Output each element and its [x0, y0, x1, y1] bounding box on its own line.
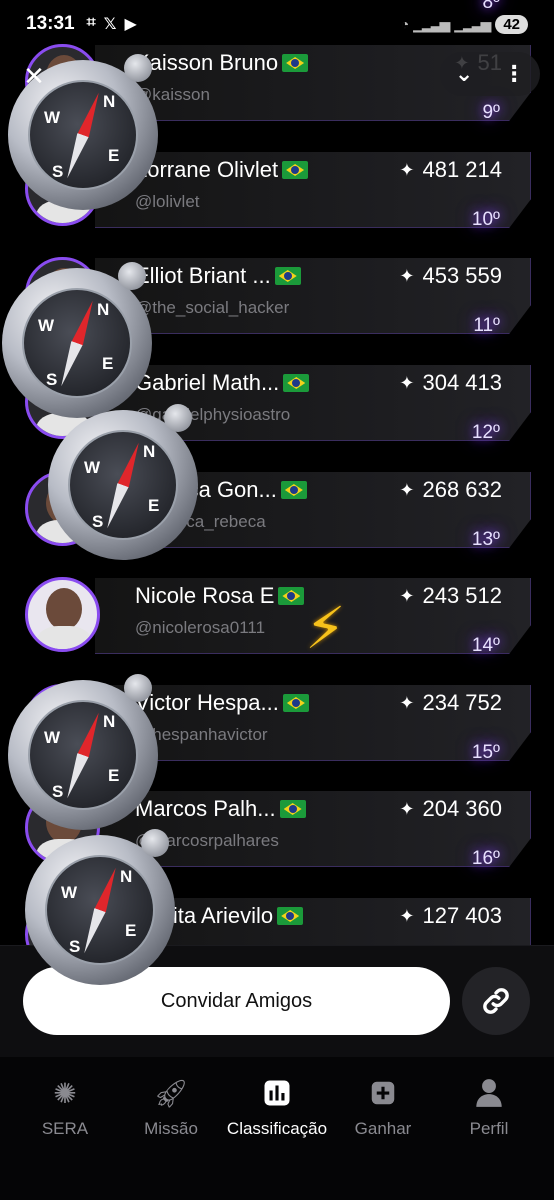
compass-sticker-icon: NWES: [2, 262, 152, 418]
user-name: Gabriel Math...: [135, 370, 310, 396]
tab-perfil[interactable]: Perfil: [434, 1073, 544, 1139]
brazil-flag-icon: [282, 161, 309, 179]
rank-position: 9º: [482, 102, 500, 123]
brazil-flag-icon: [278, 587, 305, 605]
user-icon: [434, 1073, 544, 1113]
tab-label: Classificação: [226, 1119, 328, 1138]
brazil-flag-icon: [277, 907, 304, 925]
user-score: ✦ 453 559: [399, 263, 502, 288]
tab-missao[interactable]: 🚀︎ Missão: [116, 1073, 226, 1139]
sparkle-icon: ✦: [399, 798, 415, 819]
rank-position: 12º: [471, 422, 500, 443]
sparkle-icon: ✦: [399, 585, 415, 606]
tab-ganhar[interactable]: Ganhar: [328, 1073, 438, 1139]
user-name: Elliot Briant ...: [135, 263, 301, 289]
sparkle-icon: ✦: [399, 265, 415, 286]
notification-icons: ⌗ 𝕏 ▶: [87, 14, 137, 34]
link-button[interactable]: [462, 967, 530, 1035]
user-name: Victor Hespa...: [135, 690, 309, 716]
lightning-bolt-icon: ⚡: [305, 596, 346, 661]
status-bar: 13:31 ⌗ 𝕏 ▶ ◔ ▁▂▃▅ ▁▂▃▅ 42: [0, 0, 554, 48]
user-handle: @nicolerosa0111: [135, 618, 266, 637]
tab-sera[interactable]: ✺ SERA: [10, 1073, 120, 1139]
link-icon: [483, 988, 509, 1014]
user-name: Marcos Palh...: [135, 796, 306, 822]
compass-sticker-icon: NWES: [48, 404, 198, 560]
tab-label: Perfil: [469, 1119, 509, 1138]
tab-label: Missão: [144, 1119, 198, 1138]
sparkle-icon: ✦: [399, 905, 415, 926]
signal-icon: ▁▂▃▅: [413, 15, 450, 32]
tab-label: SERA: [41, 1119, 89, 1138]
sparkle-icon: ✦: [399, 479, 415, 500]
close-icon[interactable]: ✕: [14, 56, 54, 96]
user-score: ✦ 127 403: [399, 903, 502, 928]
sparkle-icon: ✦: [399, 159, 415, 180]
rank-position: 14º: [471, 635, 500, 656]
avatar: [25, 577, 100, 652]
tab-classificacao[interactable]: Classificação: [222, 1073, 332, 1139]
rank-position: 16º: [471, 848, 500, 869]
more-vertical-icon[interactable]: ⋮: [503, 61, 525, 87]
chevron-down-icon[interactable]: ⌄: [455, 61, 473, 87]
brazil-flag-icon: [274, 267, 301, 285]
user-name: Nicole Rosa E: [135, 583, 305, 609]
rank-position: 13º: [471, 529, 500, 550]
battery-indicator: 42: [495, 14, 528, 34]
brazil-flag-icon: [279, 800, 306, 818]
sparkle-icon: ✦: [399, 692, 415, 713]
tab-label: Ganhar: [354, 1119, 412, 1138]
sparkle-icon: ✦: [399, 372, 415, 393]
rocket-icon: 🚀︎: [153, 1077, 189, 1109]
signal-icon-2: ▁▂▃▅: [454, 15, 491, 32]
leaderboard-icon: [222, 1073, 332, 1113]
controls-pill: ⌄ ⋮: [440, 52, 540, 96]
gift-icon: [328, 1073, 438, 1113]
user-score: ✦ 204 360: [399, 796, 502, 821]
rank-position: 15º: [471, 742, 500, 763]
brazil-flag-icon: [280, 481, 307, 499]
ranking-row[interactable]: Nicole Rosa E @nicolerosa0111 ✦ 243 512 14º: [0, 577, 554, 684]
user-score: ✦ 304 413: [399, 370, 502, 395]
compass-sticker-icon: NWES: [8, 674, 158, 830]
wifi-icon: ◔: [400, 16, 410, 32]
top-controls: ✕ ⌄ ⋮: [0, 52, 554, 96]
rank-position: 11º: [473, 315, 500, 336]
status-time: 13:31: [26, 13, 75, 34]
user-score: ✦ 268 632: [399, 477, 502, 502]
youtube-icon: ▶: [124, 16, 137, 33]
brazil-flag-icon: [282, 694, 309, 712]
sera-logo-icon: ✺: [53, 1077, 77, 1109]
system-icons: ◔ ▁▂▃▅ ▁▂▃▅ 42: [400, 14, 528, 34]
screenshot-icon: ⌗: [86, 14, 96, 31]
x-icon: 𝕏: [103, 16, 117, 33]
brazil-flag-icon: [283, 374, 310, 392]
bottom-tab-bar: ✺ SERA 🚀︎ Missão Classificação Ganhar Pe…: [0, 1057, 554, 1200]
user-score: ✦ 243 512: [399, 583, 502, 608]
user-name: Lorrane Olivlet: [135, 157, 309, 183]
user-score: ✦ 481 214: [399, 157, 502, 182]
user-score: ✦ 234 752: [399, 690, 502, 715]
user-handle: @the_social_hacker: [135, 298, 290, 317]
compass-sticker-icon: NWES: [25, 829, 175, 985]
rank-position: 10º: [471, 209, 500, 230]
